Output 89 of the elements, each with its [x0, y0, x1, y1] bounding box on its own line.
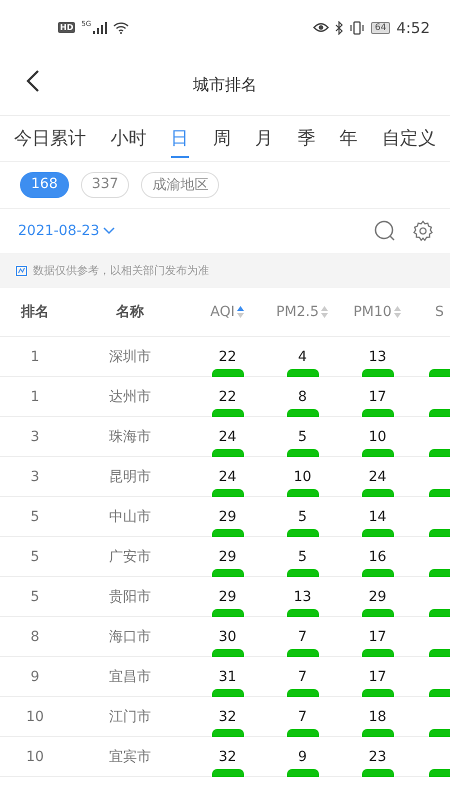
- value-text: 30: [218, 629, 236, 645]
- back-icon[interactable]: [26, 69, 40, 93]
- period-tab[interactable]: 今日累计: [14, 120, 86, 158]
- column-header[interactable]: PM2.5: [276, 304, 319, 320]
- value-text: 10: [368, 429, 386, 445]
- city-name: 深圳市: [109, 348, 151, 366]
- city-name: 达州市: [109, 388, 151, 406]
- value-text: 24: [218, 429, 236, 445]
- rank-cell: 1: [30, 349, 40, 365]
- value-text: 24: [368, 469, 386, 485]
- period-tab[interactable]: 年: [340, 120, 358, 158]
- clock-time: 4:52: [396, 18, 430, 36]
- value-text: 29: [218, 549, 236, 565]
- city-name: 宜昌市: [109, 668, 151, 686]
- eye-icon: [312, 22, 329, 33]
- city-name: 宜宾市: [109, 748, 151, 766]
- column-header[interactable]: PM10: [353, 304, 392, 320]
- value-text: 9: [298, 749, 307, 765]
- hd-badge: HD: [58, 22, 76, 33]
- value-text: 10: [294, 469, 312, 485]
- value-text: 32: [218, 749, 236, 765]
- filter-chip[interactable]: 168: [20, 172, 69, 198]
- value-text: 22: [218, 389, 236, 405]
- sort-icon[interactable]: [236, 305, 245, 319]
- value-text: 16: [368, 549, 386, 565]
- rank-cell: 3: [30, 429, 40, 445]
- value-text: 31: [218, 669, 236, 685]
- value-text: 7: [298, 629, 307, 645]
- rank-cell: 5: [30, 509, 40, 525]
- value-text: 29: [218, 509, 236, 525]
- value-text: 29: [368, 589, 386, 605]
- column-header[interactable]: AQI: [210, 304, 235, 320]
- rank-cell: 9: [30, 669, 40, 685]
- rank-cell: 10: [26, 709, 44, 725]
- value-text: 22: [218, 349, 236, 365]
- signal-icon: [93, 22, 108, 34]
- period-tab[interactable]: 小时: [110, 120, 146, 158]
- city-name: 贵阳市: [109, 588, 151, 606]
- value-text: 13: [294, 589, 312, 605]
- filter-chip[interactable]: 成渝地区: [141, 172, 220, 198]
- city-name: 中山市: [109, 508, 151, 526]
- value-text: 18: [368, 709, 386, 725]
- value-text: 8: [298, 389, 307, 405]
- city-name: 海口市: [109, 628, 151, 646]
- column-header: 排名: [20, 303, 50, 321]
- value-text: 5: [298, 549, 307, 565]
- rank-cell: 8: [30, 629, 40, 645]
- value-text: 29: [218, 589, 236, 605]
- period-tab[interactable]: 自定义: [382, 120, 436, 158]
- rank-cell: 5: [30, 589, 40, 605]
- date-picker[interactable]: 2021-08-23: [18, 223, 116, 239]
- rank-cell: 1: [30, 389, 40, 405]
- value-text: 14: [368, 509, 386, 525]
- value-text: 5: [298, 429, 307, 445]
- value-text: 17: [368, 389, 386, 405]
- value-text: 32: [218, 709, 236, 725]
- page-title: 城市排名: [193, 74, 257, 96]
- value-text: 4: [298, 349, 307, 365]
- settings-icon[interactable]: [412, 220, 434, 242]
- vibrate-icon: [348, 20, 365, 34]
- wifi-icon: [113, 22, 130, 34]
- value-text: 17: [368, 669, 386, 685]
- filter-chip[interactable]: 337: [80, 172, 130, 198]
- rank-cell: 5: [30, 549, 40, 565]
- value-text: 24: [218, 469, 236, 485]
- period-tab[interactable]: 月: [255, 120, 274, 158]
- rank-cell: 10: [26, 749, 44, 765]
- battery-level: 64: [370, 22, 390, 34]
- value-text: 7: [298, 709, 307, 725]
- rank-cell: 3: [30, 469, 40, 485]
- period-tab[interactable]: 日: [170, 120, 189, 158]
- value-text: 13: [368, 349, 386, 365]
- city-name: 昆明市: [109, 468, 151, 486]
- value-text: 17: [368, 629, 386, 645]
- city-name: 广安市: [109, 548, 151, 566]
- city-name: 江门市: [109, 708, 151, 726]
- column-header: 名称: [114, 303, 145, 321]
- chevron-down-icon: [103, 227, 116, 235]
- bluetooth-icon: [334, 20, 343, 34]
- value-text: 23: [368, 749, 386, 765]
- period-tab[interactable]: 季: [297, 120, 316, 158]
- column-header[interactable]: S: [435, 304, 444, 320]
- value-text: 7: [298, 669, 307, 685]
- period-tab[interactable]: 周: [212, 120, 231, 158]
- search-icon[interactable]: [374, 220, 396, 242]
- disclaimer-text: 数据仅供参考，以相关部门发布为准: [33, 263, 209, 278]
- city-name: 珠海市: [109, 428, 151, 446]
- chart-icon: [16, 266, 27, 276]
- value-text: 5: [298, 509, 307, 525]
